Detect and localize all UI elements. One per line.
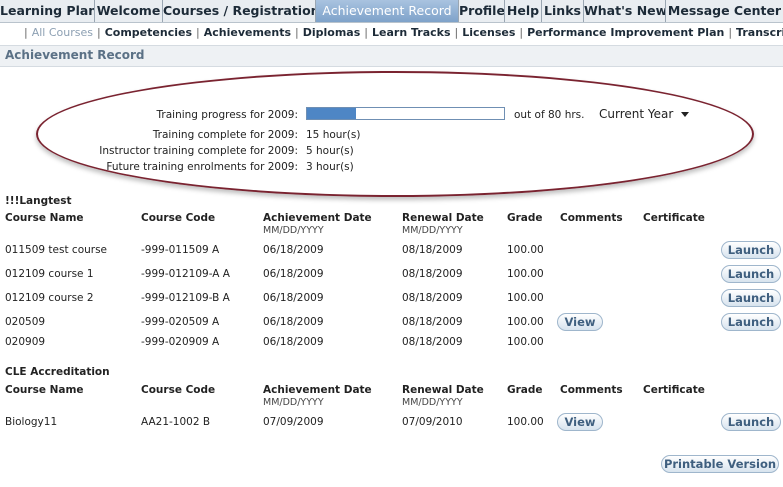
- year-select[interactable]: Current Year: [599, 107, 690, 121]
- instructor-complete-label: Instructor training complete for 2009:: [99, 145, 298, 157]
- col-course-name: Course Name: [5, 212, 84, 224]
- col-certificate: Certificate: [643, 212, 705, 224]
- renewal-date: 08/18/2009: [402, 244, 463, 256]
- tab-welcome[interactable]: Welcome: [95, 0, 163, 22]
- course-name: 012109 course 1: [5, 268, 94, 280]
- course-code: -999-020909 A: [141, 336, 220, 348]
- grade: 100.00: [507, 336, 544, 348]
- view-button[interactable]: View: [557, 413, 603, 431]
- subnav-separator: |: [519, 26, 524, 39]
- achievement-date: 06/18/2009: [263, 292, 324, 304]
- course-name: 012109 course 2: [5, 292, 94, 304]
- launch-button[interactable]: Launch: [721, 241, 781, 259]
- col-course-code: Course Code: [141, 384, 216, 396]
- subnav-diplomas[interactable]: Diplomas: [303, 26, 361, 39]
- date-format-hint: MM/DD/YYYY: [402, 397, 463, 408]
- col-achievement-date: Achievement Date: [263, 384, 372, 396]
- view-button[interactable]: View: [557, 313, 603, 331]
- col-certificate: Certificate: [643, 384, 705, 396]
- group-title: CLE Accreditation: [5, 366, 110, 378]
- launch-button[interactable]: Launch: [721, 413, 781, 431]
- course-code: AA21-1002 B: [141, 416, 211, 428]
- achievement-date: 06/18/2009: [263, 244, 324, 256]
- grade: 100.00: [507, 416, 544, 428]
- course-code: -999-012109-B A: [141, 292, 230, 304]
- grade: 100.00: [507, 268, 544, 280]
- printable-version-button[interactable]: Printable Version: [661, 455, 779, 473]
- grade: 100.00: [507, 316, 544, 328]
- subnav-separator: |: [196, 26, 200, 39]
- course-name: 020909: [5, 336, 46, 348]
- subnav-separator: |: [364, 26, 368, 39]
- tab-message-center[interactable]: Message Center: [666, 0, 783, 22]
- col-comments: Comments: [560, 212, 623, 224]
- subnav-separator: |: [24, 26, 28, 39]
- launch-button[interactable]: Launch: [721, 313, 781, 331]
- top-nav: Learning Plan Welcome Courses / Registra…: [0, 0, 783, 23]
- subnav-competencies[interactable]: Competencies: [105, 26, 192, 39]
- subnav-transcript[interactable]: Transcript: [736, 26, 783, 39]
- training-complete-value: 15 hour(s): [306, 129, 361, 141]
- achievement-date: 06/18/2009: [263, 268, 324, 280]
- tab-learning-plan[interactable]: Learning Plan: [0, 0, 95, 22]
- course-code: -999-020509 A: [141, 316, 220, 328]
- progress-value: 20: [398, 108, 413, 120]
- subnav-separator: |: [295, 26, 299, 39]
- date-format-hint: MM/DD/YYYY: [263, 397, 324, 408]
- page-title: Achievement Record: [5, 48, 145, 62]
- tab-achievement-record[interactable]: Achievement Record: [316, 0, 459, 22]
- grade: 100.00: [507, 244, 544, 256]
- renewal-date: 08/18/2009: [402, 268, 463, 280]
- col-grade: Grade: [507, 212, 543, 224]
- subnav-performance-improvement-plan[interactable]: Performance Improvement Plan: [527, 26, 724, 39]
- course-name: 011509 test course: [5, 244, 108, 256]
- achievement-date: 06/18/2009: [263, 336, 324, 348]
- group-title: !!!Langtest: [5, 195, 72, 207]
- tab-help[interactable]: Help: [505, 0, 542, 22]
- renewal-date: 08/18/2009: [402, 336, 463, 348]
- course-code: -999-012109-A A: [141, 268, 230, 280]
- course-code: -999-011509 A: [141, 244, 220, 256]
- col-renewal-date: Renewal Date: [402, 212, 484, 224]
- subnav-learn-tracks[interactable]: Learn Tracks: [372, 26, 451, 39]
- subnav-separator: |: [728, 26, 733, 39]
- course-name: 020509: [5, 316, 46, 328]
- sub-nav: | All Courses | Competencies | Achievements | D…: [20, 26, 783, 39]
- col-course-code: Course Code: [141, 212, 216, 224]
- subnav-achievements[interactable]: Achievements: [204, 26, 291, 39]
- date-format-hint: MM/DD/YYYY: [263, 225, 324, 236]
- tab-profile[interactable]: Profile: [459, 0, 505, 22]
- launch-button[interactable]: Launch: [721, 265, 781, 283]
- tab-links[interactable]: Links: [542, 0, 584, 22]
- progress-out-of: out of 80 hrs.: [514, 109, 585, 121]
- training-complete-label: Training complete for 2009:: [152, 129, 298, 141]
- col-comments: Comments: [560, 384, 623, 396]
- training-progress-bar: 20: [306, 107, 505, 120]
- subnav-all-courses[interactable]: All Courses: [32, 26, 93, 39]
- year-select-value: Current Year: [599, 107, 674, 121]
- col-grade: Grade: [507, 384, 543, 396]
- future-enrolments-value: 3 hour(s): [306, 161, 354, 173]
- renewal-date: 08/18/2009: [402, 292, 463, 304]
- renewal-date: 08/18/2009: [402, 316, 463, 328]
- instructor-complete-value: 5 hour(s): [306, 145, 354, 157]
- col-achievement-date: Achievement Date: [263, 212, 372, 224]
- grade: 100.00: [507, 292, 544, 304]
- col-course-name: Course Name: [5, 384, 84, 396]
- col-renewal-date: Renewal Date: [402, 384, 484, 396]
- course-name: Biology11: [5, 416, 58, 428]
- chevron-down-icon: [681, 112, 690, 117]
- launch-button[interactable]: Launch: [721, 289, 781, 307]
- future-enrolments-label: Future training enrolments for 2009:: [106, 161, 298, 173]
- achievement-date: 07/09/2009: [263, 416, 324, 428]
- renewal-date: 07/09/2010: [402, 416, 463, 428]
- tab-whats-new[interactable]: What's New: [584, 0, 666, 22]
- achievement-date: 06/18/2009: [263, 316, 324, 328]
- subnav-separator: |: [454, 26, 459, 39]
- date-format-hint: MM/DD/YYYY: [402, 225, 463, 236]
- subnav-separator: |: [97, 26, 101, 39]
- subnav-licenses[interactable]: Licenses: [462, 26, 515, 39]
- progress-label: Training progress for 2009:: [156, 109, 298, 121]
- tab-courses-registration[interactable]: Courses / Registration: [163, 0, 316, 22]
